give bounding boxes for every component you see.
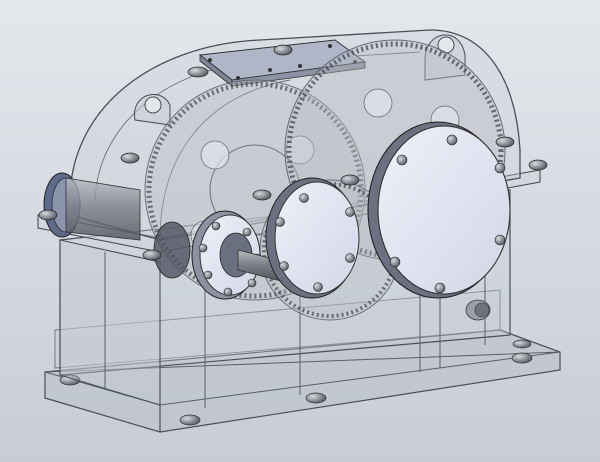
oil-drain-plug	[465, 299, 491, 321]
large-bearing-cover	[367, 121, 511, 299]
breather-cap	[187, 66, 209, 78]
gearbox-render	[0, 0, 600, 462]
gearbox-illustration	[0, 0, 600, 462]
